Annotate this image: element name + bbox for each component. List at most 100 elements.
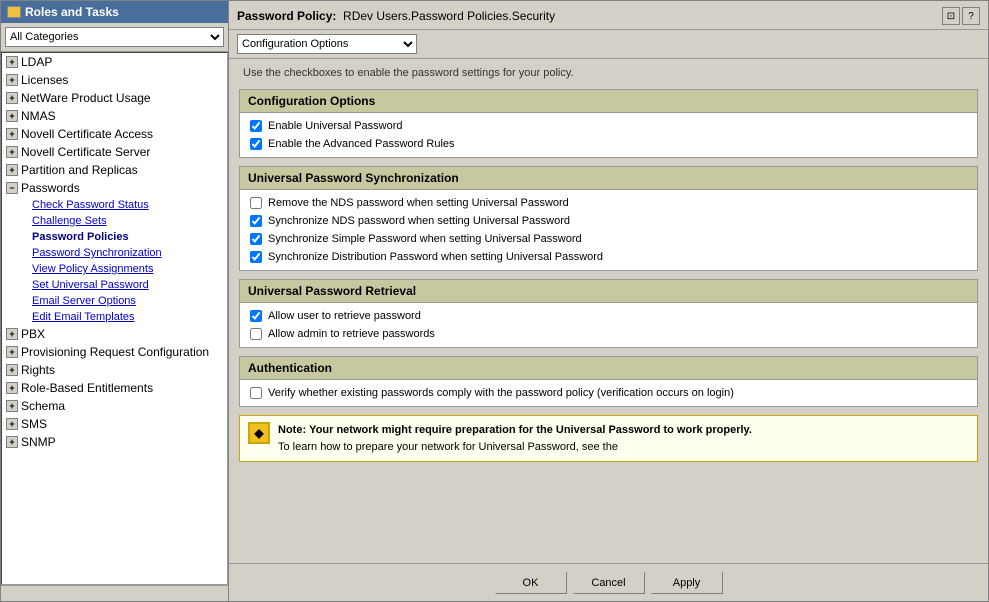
options-box-authentication: Verify whether existing passwords comply… [239,380,978,407]
tree-item-ldap[interactable]: +LDAP [2,53,227,71]
expand-icon[interactable]: + [6,418,18,430]
tree-area: +LDAP+Licenses+NetWare Product Usage+NMA… [1,52,228,585]
expand-icon[interactable]: + [6,364,18,376]
tree-item-provisioning[interactable]: +Provisioning Request Configuration [2,343,227,361]
checkbox-row-enable-advanced: Enable the Advanced Password Rules [248,135,969,153]
tree-item-label: Novell Certificate Server [21,145,150,159]
checkbox-label-enable-advanced: Enable the Advanced Password Rules [268,138,455,150]
tree-item-schema[interactable]: +Schema [2,397,227,415]
tree-item-partition[interactable]: +Partition and Replicas [2,161,227,179]
checkbox-enable-advanced[interactable] [250,138,262,150]
section-header-config-options: Configuration Options [239,89,978,113]
section-header-universal-sync: Universal Password Synchronization [239,166,978,190]
cancel-button[interactable]: Cancel [573,572,645,594]
tree-item-label: NMAS [21,109,56,123]
checkbox-allow-admin-retrieve[interactable] [250,328,262,340]
tree-item-licenses[interactable]: +Licenses [2,71,227,89]
tree-child-email-server[interactable]: Email Server Options [2,293,227,309]
tree-item-label: LDAP [21,55,52,69]
tree-child-challenge-sets[interactable]: Challenge Sets [2,213,227,229]
checkbox-allow-user-retrieve[interactable] [250,310,262,322]
checkbox-label-allow-user-retrieve: Allow user to retrieve password [268,310,421,322]
tree-item-pbx[interactable]: +PBX [2,325,227,343]
expand-icon[interactable]: + [6,436,18,448]
checkbox-row-sync-dist: Synchronize Distribution Password when s… [248,248,969,266]
checkbox-label-sync-simple: Synchronize Simple Password when setting… [268,233,582,245]
expand-icon[interactable]: + [6,74,18,86]
tree-item-label: Novell Certificate Access [21,127,153,141]
ok-button[interactable]: OK [495,572,567,594]
tree-item-nmas[interactable]: +NMAS [2,107,227,125]
checkbox-label-verify-existing: Verify whether existing passwords comply… [268,387,734,399]
checkbox-label-allow-admin-retrieve: Allow admin to retrieve passwords [268,328,435,340]
expand-icon[interactable]: + [6,328,18,340]
tree-item-label: Provisioning Request Configuration [21,345,209,359]
expand-icon[interactable]: + [6,164,18,176]
tree-item-label: Passwords [21,181,80,195]
checkbox-label-enable-universal: Enable Universal Password [268,120,403,132]
window-button[interactable]: ⊡ [942,7,960,25]
tree-item-role-based[interactable]: +Role-Based Entitlements [2,379,227,397]
checkbox-row-remove-nds: Remove the NDS password when setting Uni… [248,194,969,212]
folder-icon [7,6,21,18]
left-panel-title: Roles and Tasks [25,5,119,19]
expand-icon[interactable]: + [6,110,18,122]
content-area: Use the checkboxes to enable the passwor… [229,59,988,563]
config-select[interactable]: Configuration Options [237,34,417,54]
note-text: Note: Your network might require prepara… [278,422,752,455]
note-main: Your network might require preparation f… [309,424,752,436]
options-box-config-options: Enable Universal Password Enable the Adva… [239,113,978,158]
checkbox-sync-nds[interactable] [250,215,262,227]
note-prefix: Note: [278,424,306,436]
expand-icon[interactable]: + [6,146,18,158]
tree-item-passwords[interactable]: −Passwords [2,179,227,197]
checkbox-sync-simple[interactable] [250,233,262,245]
expand-icon[interactable]: + [6,56,18,68]
apply-button[interactable]: Apply [651,572,723,594]
expand-icon[interactable]: + [6,128,18,140]
category-select-wrapper: All Categories [1,23,228,52]
note-icon: ◆ [248,422,270,444]
checkbox-row-allow-admin-retrieve: Allow admin to retrieve passwords [248,325,969,343]
tree-child-check-password[interactable]: Check Password Status [2,197,227,213]
tree-item-label: Role-Based Entitlements [21,381,153,395]
policy-info: Password Policy: RDev Users.Password Pol… [237,9,555,23]
tree-item-snmp[interactable]: +SNMP [2,433,227,451]
options-box-universal-sync: Remove the NDS password when setting Uni… [239,190,978,271]
collapse-icon[interactable]: − [6,182,18,194]
checkbox-remove-nds[interactable] [250,197,262,209]
tree-child-set-universal[interactable]: Set Universal Password [2,277,227,293]
tree-child-edit-email[interactable]: Edit Email Templates [2,309,227,325]
tree-item-label: Licenses [21,73,68,87]
checkbox-sync-dist[interactable] [250,251,262,263]
help-button[interactable]: ? [962,7,980,25]
expand-icon[interactable]: + [6,346,18,358]
expand-icon[interactable]: + [6,400,18,412]
checkbox-verify-existing[interactable] [250,387,262,399]
tree-item-label: SMS [21,417,47,431]
left-panel: Roles and Tasks All Categories +LDAP+Lic… [1,1,229,601]
expand-icon[interactable]: + [6,92,18,104]
tree-child-password-policies[interactable]: Password Policies [2,229,227,245]
expand-icon[interactable]: + [6,382,18,394]
category-select[interactable]: All Categories [5,27,224,47]
tree-item-label: Schema [21,399,65,413]
note-sub: To learn how to prepare your network for… [278,441,618,453]
tree-item-netware[interactable]: +NetWare Product Usage [2,89,227,107]
checkbox-row-allow-user-retrieve: Allow user to retrieve password [248,307,969,325]
tree-child-password-sync[interactable]: Password Synchronization [2,245,227,261]
tree-child-view-policy[interactable]: View Policy Assignments [2,261,227,277]
policy-path: RDev Users.Password Policies.Security [343,9,555,23]
header-icons: ⊡ ? [942,7,980,25]
checkbox-enable-universal[interactable] [250,120,262,132]
checkbox-row-enable-universal: Enable Universal Password [248,117,969,135]
checkbox-label-remove-nds: Remove the NDS password when setting Uni… [268,197,569,209]
tree-item-rights[interactable]: +Rights [2,361,227,379]
note-box: ◆ Note: Your network might require prepa… [239,415,978,462]
tree-item-novell-cert-access[interactable]: +Novell Certificate Access [2,125,227,143]
tree-item-sms[interactable]: +SMS [2,415,227,433]
options-box-universal-retrieval: Allow user to retrieve password Allow adm… [239,303,978,348]
content-description: Use the checkboxes to enable the passwor… [239,67,978,79]
tree-item-novell-cert-server[interactable]: +Novell Certificate Server [2,143,227,161]
section-header-universal-retrieval: Universal Password Retrieval [239,279,978,303]
